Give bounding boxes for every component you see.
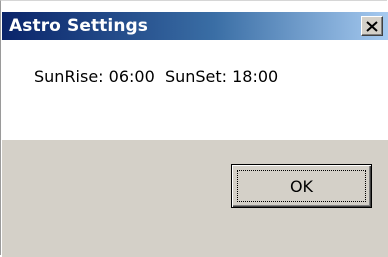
sun-times-text: SunRise: 06:00 SunSet: 18:00: [34, 67, 279, 86]
close-icon: [366, 20, 378, 32]
ok-button[interactable]: OK: [231, 164, 372, 208]
window-title: Astro Settings: [9, 16, 149, 36]
close-button[interactable]: [361, 16, 383, 36]
astro-settings-dialog: Astro Settings SunRise: 06:00 SunSet: 18…: [0, 0, 388, 257]
title-bar[interactable]: Astro Settings: [2, 12, 388, 40]
ok-button-label: OK: [289, 176, 314, 196]
button-area: OK: [2, 140, 388, 257]
dialog-content: [2, 40, 388, 140]
